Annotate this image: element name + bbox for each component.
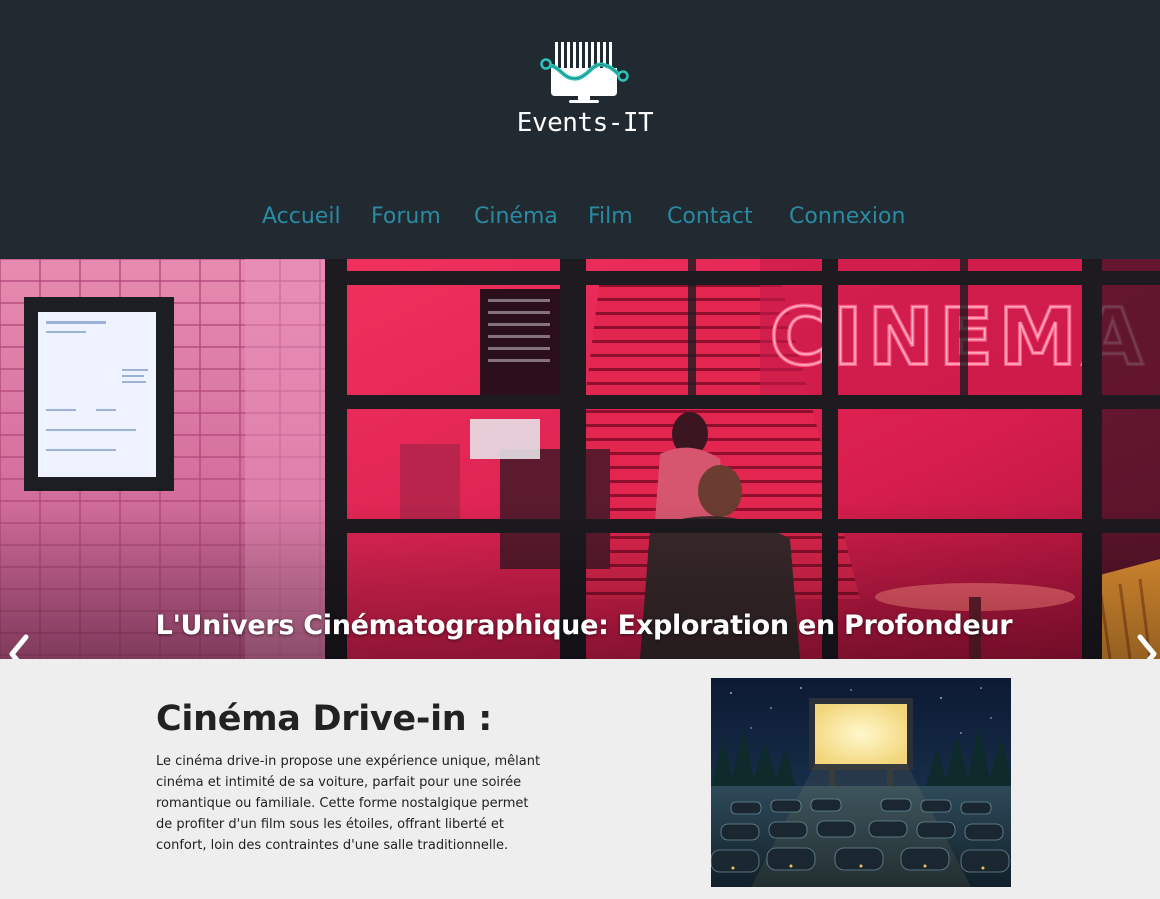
hero-caption: L'Univers Cinématographique: Exploration…	[155, 610, 1013, 641]
logo-text: Events-IT	[516, 108, 654, 138]
drive-in-section: Cinéma Drive-in : Le cinéma drive-in pro…	[0, 659, 1160, 899]
main-nav: Accueil Forum Cinéma Film Contact Connex…	[0, 204, 1160, 240]
nav-forum[interactable]: Forum	[371, 204, 441, 229]
nav-accueil[interactable]: Accueil	[262, 204, 341, 229]
hero-carousel: CINEMA CINEMA	[0, 259, 1160, 659]
site-logo[interactable]: Events-IT	[515, 38, 655, 142]
hero-cinema-image: CINEMA CINEMA	[0, 259, 1160, 659]
nav-film[interactable]: Film	[588, 204, 633, 229]
nav-cinema[interactable]: Cinéma	[474, 204, 558, 229]
section-text: Le cinéma drive-in propose une expérienc…	[156, 754, 541, 853]
nav-contact[interactable]: Contact	[667, 204, 753, 229]
monitor-logo-icon	[540, 42, 629, 103]
section-title: Cinéma Drive-in :	[156, 699, 492, 739]
site-header: Events-IT Accueil Forum Cinéma Film Cont…	[0, 0, 1160, 259]
nav-connexion[interactable]: Connexion	[789, 204, 905, 229]
drive-in-image	[711, 678, 1011, 887]
